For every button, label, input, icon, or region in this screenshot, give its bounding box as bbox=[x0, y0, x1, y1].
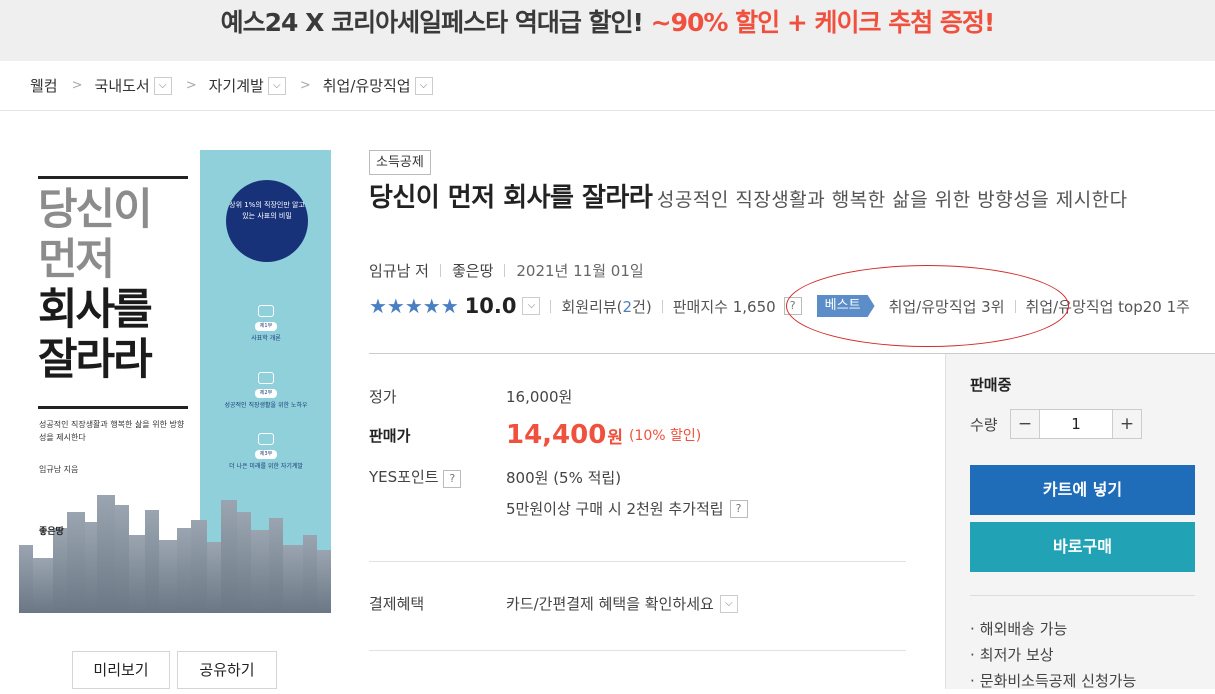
rating-stars: ★★★★★ bbox=[369, 294, 459, 318]
section-divider bbox=[970, 595, 1195, 596]
promo-text: 예스24 X 코리아세일페스타 역대급 할인! bbox=[220, 8, 644, 37]
points-label-wrap: YES포인트 ? bbox=[369, 466, 506, 488]
list-item: 최저가 보상 bbox=[970, 642, 1136, 668]
increase-button[interactable]: + bbox=[1112, 409, 1142, 439]
divider bbox=[550, 299, 552, 313]
list-price-value: 16,000원 bbox=[506, 388, 573, 406]
quantity-label: 수량 bbox=[970, 416, 998, 434]
publisher-link[interactable]: 좋은땅 bbox=[452, 260, 493, 281]
discount-rate: (10% 할인) bbox=[628, 428, 702, 444]
chevron-down-icon[interactable]: ⌵ bbox=[153, 76, 172, 95]
review-label: 회원리뷰( bbox=[561, 297, 623, 316]
list-item: 해외배송 가능 bbox=[970, 616, 1136, 642]
points-row: YES포인트 ? 800원 (5% 적립) bbox=[369, 466, 621, 488]
chevron-right-icon: > bbox=[185, 78, 197, 93]
preview-button[interactable]: 미리보기 bbox=[72, 651, 170, 689]
add-to-cart-button[interactable]: 카트에 넣기 bbox=[970, 465, 1195, 515]
breadcrumb-item[interactable]: 자기계발 bbox=[209, 75, 264, 96]
divider bbox=[661, 299, 663, 313]
product-meta: 임규남 저 좋은땅 2021년 11월 01일 bbox=[369, 260, 644, 281]
section-divider bbox=[369, 650, 906, 651]
chevron-down-icon[interactable]: ⌵ bbox=[719, 594, 738, 613]
sales-index: 판매지수 1,650 bbox=[672, 297, 776, 316]
author-link[interactable]: 임규남 저 bbox=[369, 260, 429, 281]
sale-price-value: 14,400 bbox=[506, 420, 607, 450]
tax-deduction-tag: 소득공제 bbox=[369, 150, 431, 175]
help-icon[interactable]: ? bbox=[443, 470, 462, 488]
payment-benefit-row: 결제혜택 카드/간편결제 혜택을 확인하세요 ⌵ bbox=[369, 593, 738, 614]
cover-publisher: 좋은땅 bbox=[39, 527, 64, 537]
chevron-down-icon[interactable]: ⌵ bbox=[414, 76, 433, 95]
purchase-panel: 판매중 수량 − 1 + 카트에 넣기 바로구매 해외배송 가능 최저가 보상 … bbox=[945, 354, 1215, 690]
list-item: 문화비소득공제 신청가능 bbox=[970, 668, 1137, 694]
review-count: 2 bbox=[622, 297, 633, 316]
section-divider bbox=[369, 561, 906, 562]
list-price-label: 정가 bbox=[369, 388, 397, 406]
decrease-button[interactable]: − bbox=[1010, 409, 1040, 439]
chevron-right-icon: > bbox=[71, 78, 83, 93]
benefit-value: 카드/간편결제 혜택을 확인하세요 bbox=[506, 595, 714, 613]
product-title-block: 당신이 먼저 회사를 잘라라 성공적인 직장생활과 행복한 삶을 위한 방향성을… bbox=[369, 180, 1209, 219]
rating-score: 10.0 bbox=[464, 294, 517, 318]
breadcrumb-home[interactable]: 웰컴 bbox=[30, 75, 58, 96]
benefit-label: 결제혜택 bbox=[369, 595, 425, 613]
sale-price-label: 판매가 bbox=[369, 426, 411, 445]
help-icon[interactable]: ? bbox=[729, 499, 748, 518]
chevron-down-icon[interactable]: ⌵ bbox=[267, 76, 286, 95]
divider bbox=[504, 264, 506, 277]
promo-banner[interactable]: 예스24 X 코리아세일페스타 역대급 할인! ~90% 할인 + 케이크 추첨… bbox=[0, 0, 1215, 61]
chevron-down-icon[interactable]: ⌵ bbox=[522, 297, 541, 315]
points-extra: 5만원이상 구매 시 2천원 추가적립 bbox=[506, 500, 724, 518]
promo-highlight: ~90% 할인 + 케이크 추첨 증정! bbox=[650, 8, 996, 37]
quantity-input[interactable]: 1 bbox=[1040, 409, 1112, 439]
sale-price-row: 판매가 14,400 원 (10% 할인) bbox=[369, 420, 701, 450]
publish-date: 2021년 11월 01일 bbox=[516, 262, 644, 280]
sale-price-unit: 원 bbox=[607, 427, 623, 448]
breadcrumb-item[interactable]: 취업/유망직업 bbox=[323, 75, 411, 96]
breadcrumb-item[interactable]: 국내도서 bbox=[95, 75, 150, 96]
divider bbox=[439, 264, 441, 277]
feature-list: 해외배송 가능 최저가 보상 문화비소득공제 신청가능 bbox=[970, 616, 1137, 694]
points-extra-row: 5만원이상 구매 시 2천원 추가적립 ? bbox=[506, 498, 748, 519]
points-label: YES포인트 bbox=[369, 468, 439, 486]
breadcrumb: 웰컴 > 국내도서 ⌵ > 자기계발 ⌵ > 취업/유망직업 ⌵ bbox=[0, 61, 1215, 111]
product-subtitle: 성공적인 직장생활과 행복한 삶을 위한 방향성을 제시한다 bbox=[656, 189, 1128, 211]
city-skyline-illustration bbox=[19, 495, 331, 613]
quantity-stepper: − 1 + bbox=[1010, 409, 1142, 439]
buy-now-button[interactable]: 바로구매 bbox=[970, 522, 1195, 572]
share-button[interactable]: 공유하기 bbox=[177, 651, 277, 689]
annotation-circle bbox=[786, 265, 1069, 347]
book-cover[interactable]: 당신이 먼저 회사를 잘라라 성공적인 직장생활과 행복한 삶을 위한 방향성을… bbox=[19, 150, 331, 613]
chevron-right-icon: > bbox=[299, 78, 311, 93]
review-link[interactable]: 회원리뷰(2건) bbox=[561, 296, 651, 317]
points-value: 800원 (5% 적립) bbox=[506, 468, 622, 487]
review-label: 건) bbox=[632, 297, 652, 316]
sale-status: 판매중 bbox=[970, 376, 1012, 394]
list-price-row: 정가 16,000원 bbox=[369, 386, 572, 407]
product-title: 당신이 먼저 회사를 잘라라 bbox=[369, 183, 653, 213]
